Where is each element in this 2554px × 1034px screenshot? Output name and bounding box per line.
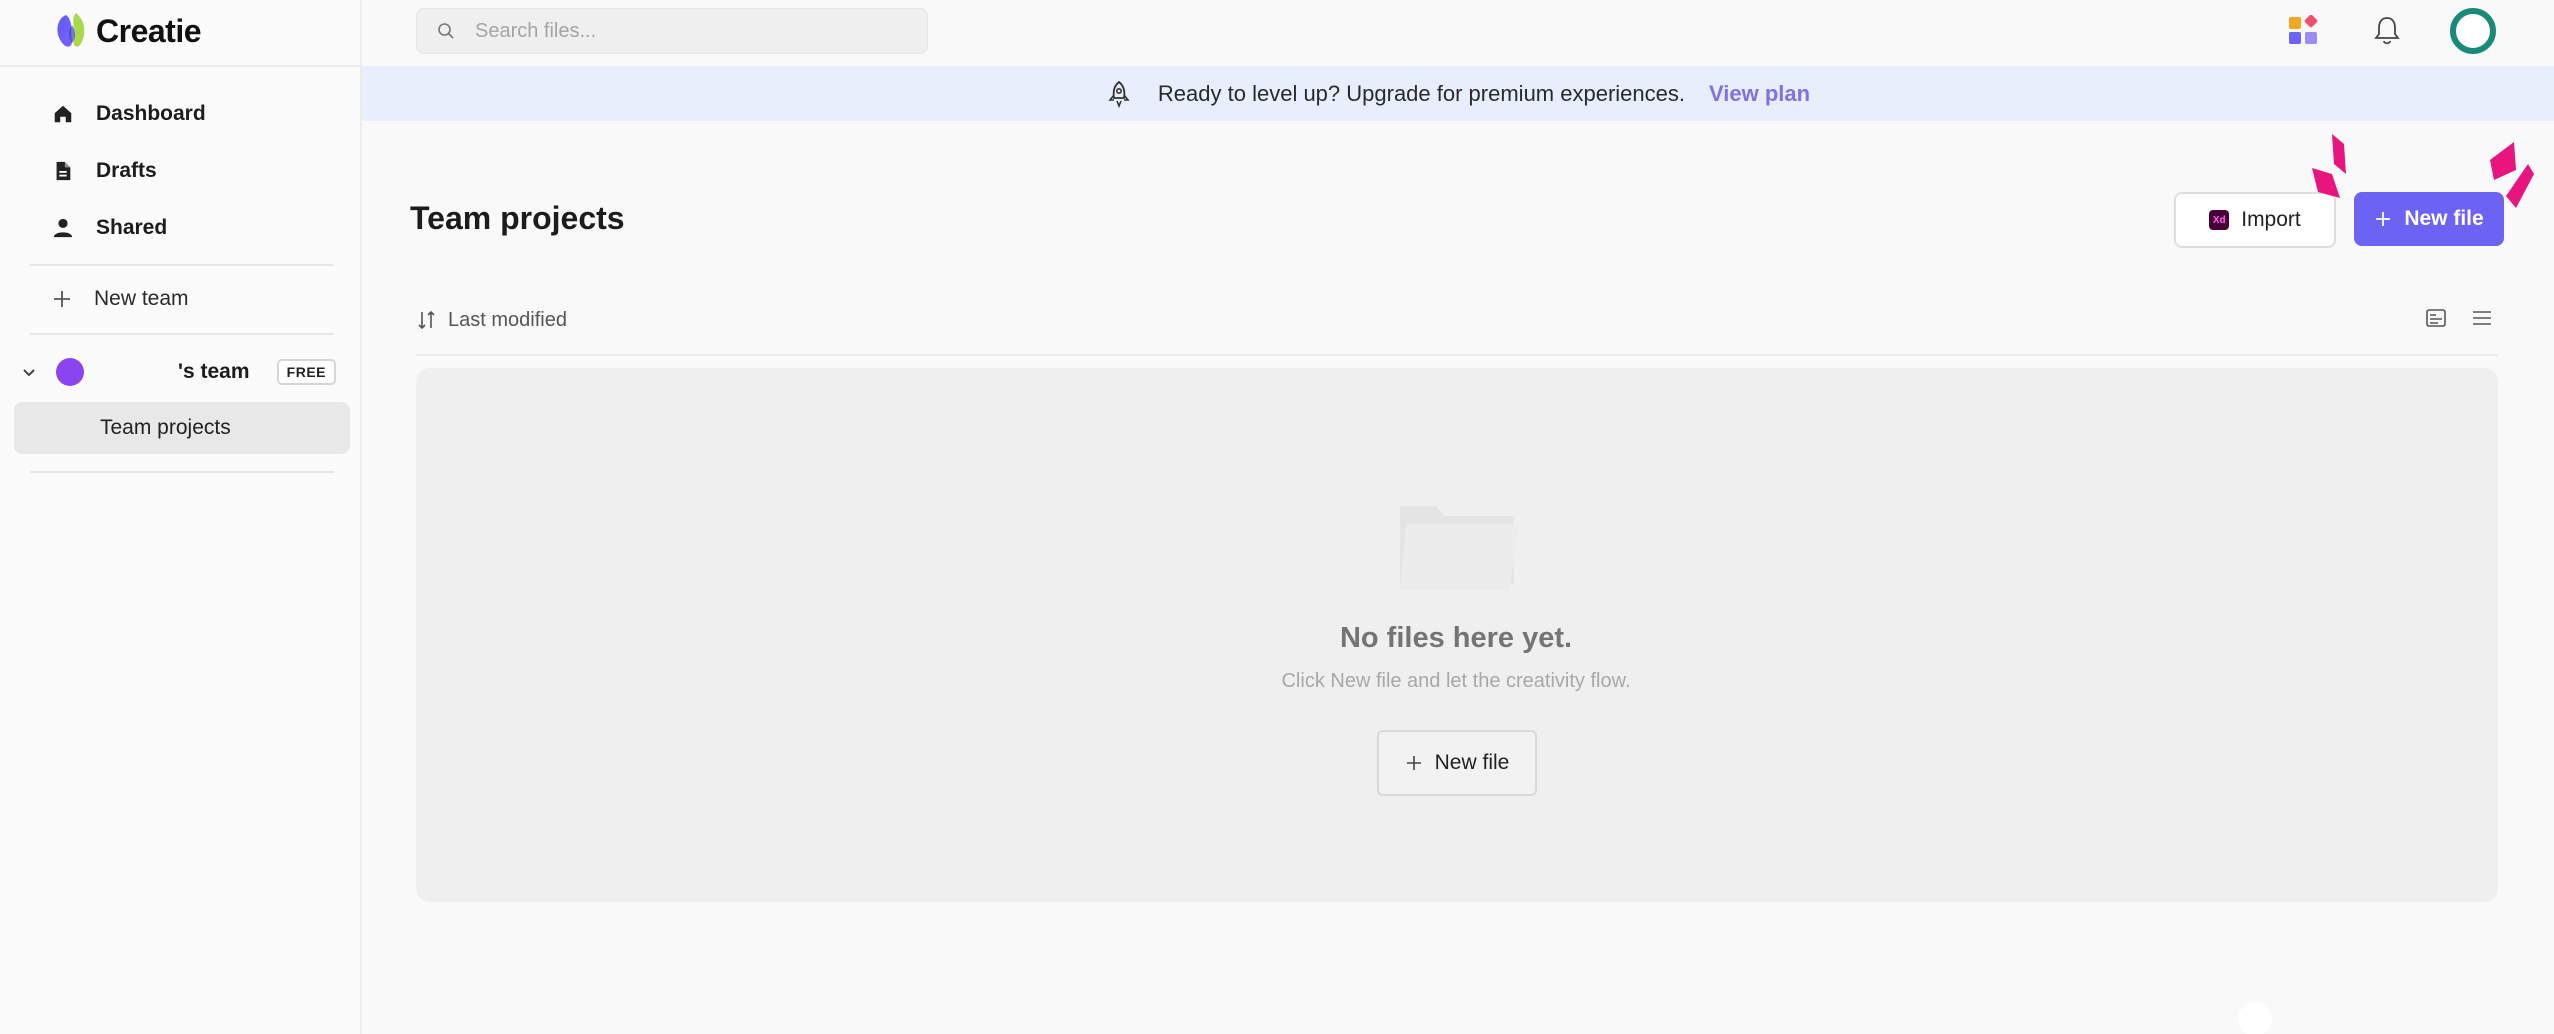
sidebar-item-label: Team projects <box>100 416 231 439</box>
upgrade-banner: Ready to level up? Upgrade for premium e… <box>362 66 2554 121</box>
new-team-label: New team <box>94 287 189 310</box>
page-title: Team projects <box>410 200 625 236</box>
team-name: 's team <box>178 360 250 383</box>
redacted-team-owner <box>100 360 178 384</box>
grid-view-icon[interactable] <box>2424 306 2448 330</box>
view-plan-link[interactable]: View plan <box>1709 81 1810 107</box>
plus-icon <box>2376 212 2391 226</box>
bell-icon[interactable] <box>2372 14 2402 46</box>
import-button[interactable]: Xd Import <box>2174 192 2336 248</box>
sort-icon <box>418 310 435 330</box>
empty-state-title: No files here yet. <box>1339 622 1573 654</box>
search-icon <box>438 23 454 39</box>
sidebar-top-divider <box>0 65 362 67</box>
content-divider <box>416 354 2498 356</box>
xd-icon: Xd <box>2209 210 2230 230</box>
home-icon <box>54 105 72 123</box>
plus-icon <box>54 291 70 307</box>
sidebar: Creatie Dashboard Drafts Shared New team… <box>0 0 362 1034</box>
sidebar-divider <box>30 471 334 473</box>
chevron-down-icon[interactable] <box>20 363 38 381</box>
confetti-decoration <box>2490 142 2534 208</box>
sort-label: Last modified <box>448 308 567 331</box>
empty-new-file-label: New file <box>1434 751 1510 774</box>
sidebar-item-drafts[interactable]: Drafts <box>52 151 157 191</box>
sidebar-item-dashboard[interactable]: Dashboard <box>52 94 206 134</box>
sidebar-divider <box>30 333 334 335</box>
person-icon <box>53 218 73 238</box>
team-avatar <box>56 358 84 386</box>
avatar[interactable] <box>2450 8 2496 54</box>
rocket-icon <box>1108 80 1130 108</box>
empty-new-file-button[interactable]: New file <box>1377 730 1537 796</box>
empty-state-subtitle: Click New file and let the creativity fl… <box>1281 670 1631 692</box>
folder-icon <box>1400 506 1518 590</box>
search-bar[interactable] <box>416 8 928 54</box>
creatie-logo-icon <box>57 13 85 47</box>
list-view-icon[interactable] <box>2470 306 2494 330</box>
sort-dropdown[interactable]: Last modified <box>416 302 567 338</box>
apps-icon[interactable] <box>2288 15 2318 45</box>
confetti-decoration <box>2312 134 2346 198</box>
new-team-button[interactable]: New team <box>52 279 189 319</box>
search-input[interactable] <box>475 19 915 43</box>
app-logo[interactable]: Creatie <box>52 10 202 52</box>
import-label: Import <box>2241 208 2301 231</box>
sidebar-item-shared[interactable]: Shared <box>52 208 167 248</box>
banner-text: Ready to level up? Upgrade for premium e… <box>1157 80 1685 106</box>
new-file-button[interactable]: New file <box>2354 192 2504 246</box>
sidebar-divider <box>30 264 334 266</box>
sidebar-item-label: Dashboard <box>96 102 206 125</box>
sidebar-item-label: Drafts <box>96 159 157 182</box>
sidebar-item-label: Shared <box>96 216 168 239</box>
help-bubble[interactable] <box>2238 1002 2272 1034</box>
sidebar-item-team-projects[interactable]: Team projects <box>14 402 350 454</box>
file-icon <box>56 161 71 181</box>
plan-badge: FREE <box>276 359 336 385</box>
plus-icon <box>1406 756 1421 770</box>
team-header[interactable]: 's team FREE <box>20 352 336 392</box>
app-name: Creatie <box>96 12 202 49</box>
new-file-label: New file <box>2404 207 2484 230</box>
